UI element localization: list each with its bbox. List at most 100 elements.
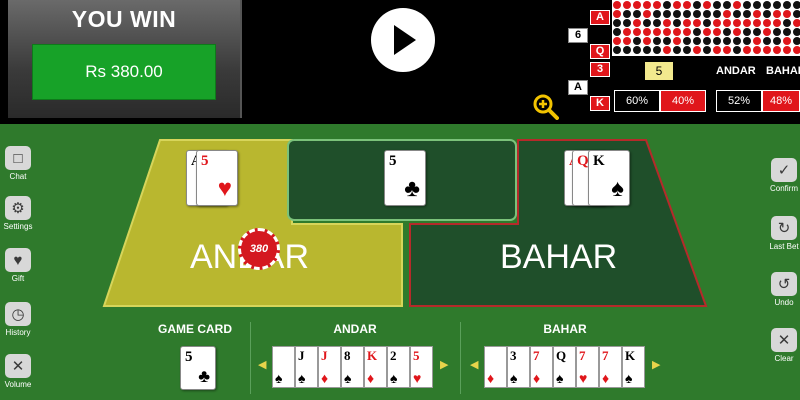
bahar-percent-a: 52% <box>716 90 762 112</box>
last-bet-label: Last Bet <box>769 242 799 251</box>
card-rank: 7 <box>533 348 540 363</box>
bead-dot <box>743 28 751 36</box>
bead-dot <box>623 10 631 18</box>
bead-dot <box>643 1 651 9</box>
result-panel: YOU WIN Rs 380.00 <box>8 0 242 118</box>
last-bet-button[interactable]: ↻ Last Bet <box>766 216 800 251</box>
repeat-icon: ↻ <box>771 216 797 240</box>
card-rank: J <box>321 348 328 363</box>
bead-dot <box>773 46 781 54</box>
confirm-label: Confirm <box>769 184 798 193</box>
history-card: J ♦ <box>318 346 341 388</box>
check-icon: ✓ <box>771 158 797 182</box>
bead-dot <box>693 37 701 45</box>
bead-dot <box>703 19 711 27</box>
bead-dot <box>783 1 791 9</box>
history-button[interactable]: ◷ History <box>0 302 36 337</box>
history-card: K ♠ <box>622 346 645 388</box>
history-card: J ♠ <box>295 346 318 388</box>
bead-dot <box>763 19 771 27</box>
bead-dot <box>623 28 631 36</box>
joker-card: 5 ♣ <box>384 150 426 206</box>
history-card: K ♦ <box>364 346 387 388</box>
suit-icon: ♠ <box>298 370 306 386</box>
bead-dot <box>683 28 691 36</box>
bahar-scroll-right-arrow[interactable]: ▶ <box>652 358 660 371</box>
bead-dot <box>643 28 651 36</box>
play-button[interactable] <box>371 8 435 72</box>
bead-dot <box>733 46 741 54</box>
settings-button[interactable]: ⚙ Settings <box>0 196 36 231</box>
bead-dot <box>673 37 681 45</box>
speaker-mute-icon: ✕ <box>5 354 31 378</box>
confirm-button[interactable]: ✓ Confirm <box>766 158 800 193</box>
bead-dot <box>643 37 651 45</box>
gift-button[interactable]: ♥ Gift <box>0 248 36 283</box>
bead-dot <box>703 28 711 36</box>
card-rank: 8 <box>344 348 351 363</box>
bead-dot <box>713 37 721 45</box>
bead-dot <box>783 28 791 36</box>
clear-button[interactable]: ✕ Clear <box>766 328 800 363</box>
bead-dot <box>763 46 771 54</box>
gift-label: Gift <box>11 274 25 283</box>
bead-dot <box>723 28 731 36</box>
bead-dot <box>663 28 671 36</box>
bead-dot <box>723 1 731 9</box>
bead-dot <box>793 19 800 27</box>
close-icon: ✕ <box>771 328 797 352</box>
andar-scroll-left-arrow[interactable]: ◀ <box>258 358 266 371</box>
bead-dot <box>633 10 641 18</box>
bead-dot <box>783 46 791 54</box>
volume-button[interactable]: ✕ Volume <box>0 354 36 389</box>
zoom-in-icon[interactable] <box>533 94 559 120</box>
bead-dot <box>653 37 661 45</box>
bead-dot <box>683 10 691 18</box>
bead-dot <box>753 19 761 27</box>
bead-dot <box>713 19 721 27</box>
history-label: History <box>5 328 31 337</box>
bead-dot <box>753 1 761 9</box>
bead-dot <box>613 1 621 9</box>
bead-dot <box>733 10 741 18</box>
suit-icon: ♥ <box>579 370 588 386</box>
bead-dot <box>753 28 761 36</box>
bahar-percent-b: 48% <box>762 90 800 112</box>
bead-dot <box>773 37 781 45</box>
bead-dot <box>643 10 651 18</box>
chat-button[interactable]: □ Chat <box>0 146 36 181</box>
gear-icon: ⚙ <box>5 196 31 220</box>
bead-dot <box>633 1 641 9</box>
bead-dot <box>753 37 761 45</box>
bead-dot <box>773 10 781 18</box>
andar-card-rank: 5 <box>201 153 209 169</box>
suit-icon: ♠ <box>510 370 518 386</box>
bead-dot <box>613 46 621 54</box>
andar-scroll-right-arrow[interactable]: ▶ <box>440 358 448 371</box>
bead-dot <box>633 19 641 27</box>
history-cell: A <box>590 10 610 25</box>
suit-icon: ♠ <box>556 370 564 386</box>
bead-dot <box>743 19 751 27</box>
bead-dot <box>793 46 800 54</box>
stat-badge: 5 <box>645 62 673 80</box>
bahar-scroll-left-arrow[interactable]: ◀ <box>470 358 478 371</box>
card-rank: 5 <box>413 348 420 363</box>
heart-suit-icon: ♥ <box>217 175 232 202</box>
bead-dot <box>743 37 751 45</box>
bead-dot <box>703 1 711 9</box>
bead-dot <box>653 28 661 36</box>
game-card-label: GAME CARD <box>158 322 232 336</box>
card-rank: 7 <box>602 348 609 363</box>
bead-dot <box>613 28 621 36</box>
history-cell: 3 <box>590 62 610 77</box>
undo-button[interactable]: ↺ Undo <box>766 272 800 307</box>
history-card: 5 ♥ <box>410 346 433 388</box>
bead-dot <box>793 1 800 9</box>
suit-icon: ♦ <box>533 370 541 386</box>
bet-chip[interactable]: 380 <box>238 228 280 270</box>
bead-dot <box>763 37 771 45</box>
bahar-card-rank: K <box>593 153 605 169</box>
bead-dot <box>703 46 711 54</box>
clock-icon: ◷ <box>5 302 31 326</box>
